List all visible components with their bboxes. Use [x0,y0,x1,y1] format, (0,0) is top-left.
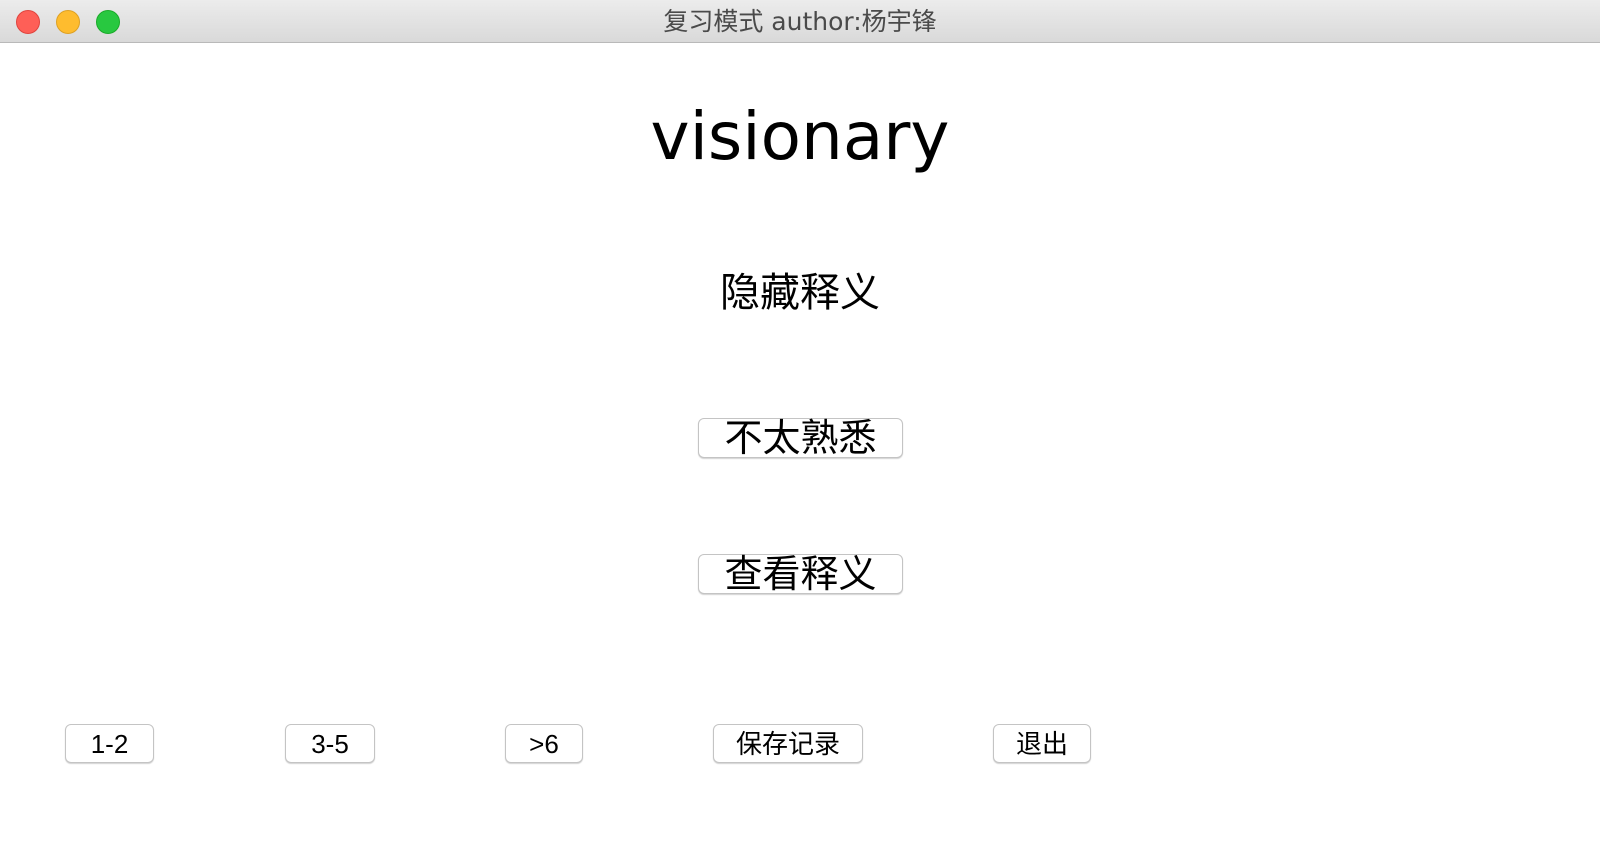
save-record-button[interactable]: 保存记录 [713,724,863,763]
title-bar[interactable]: 复习模式 author:杨宇锋 [0,0,1600,43]
interval-over-6-button[interactable]: >6 [505,724,583,763]
view-definition-button[interactable]: 查看释义 [698,554,903,594]
interval-3-5-button[interactable]: 3-5 [285,724,375,763]
app-window: 复习模式 author:杨宇锋 visionary 隐藏释义 不太熟悉 查看释义… [0,0,1600,844]
unfamiliar-button[interactable]: 不太熟悉 [698,418,903,458]
window-title: 复习模式 author:杨宇锋 [663,7,937,36]
exit-button[interactable]: 退出 [993,724,1091,763]
interval-1-2-button[interactable]: 1-2 [65,724,154,763]
vocabulary-word: visionary [650,98,950,175]
definition-status-label: 隐藏释义 [720,270,880,316]
